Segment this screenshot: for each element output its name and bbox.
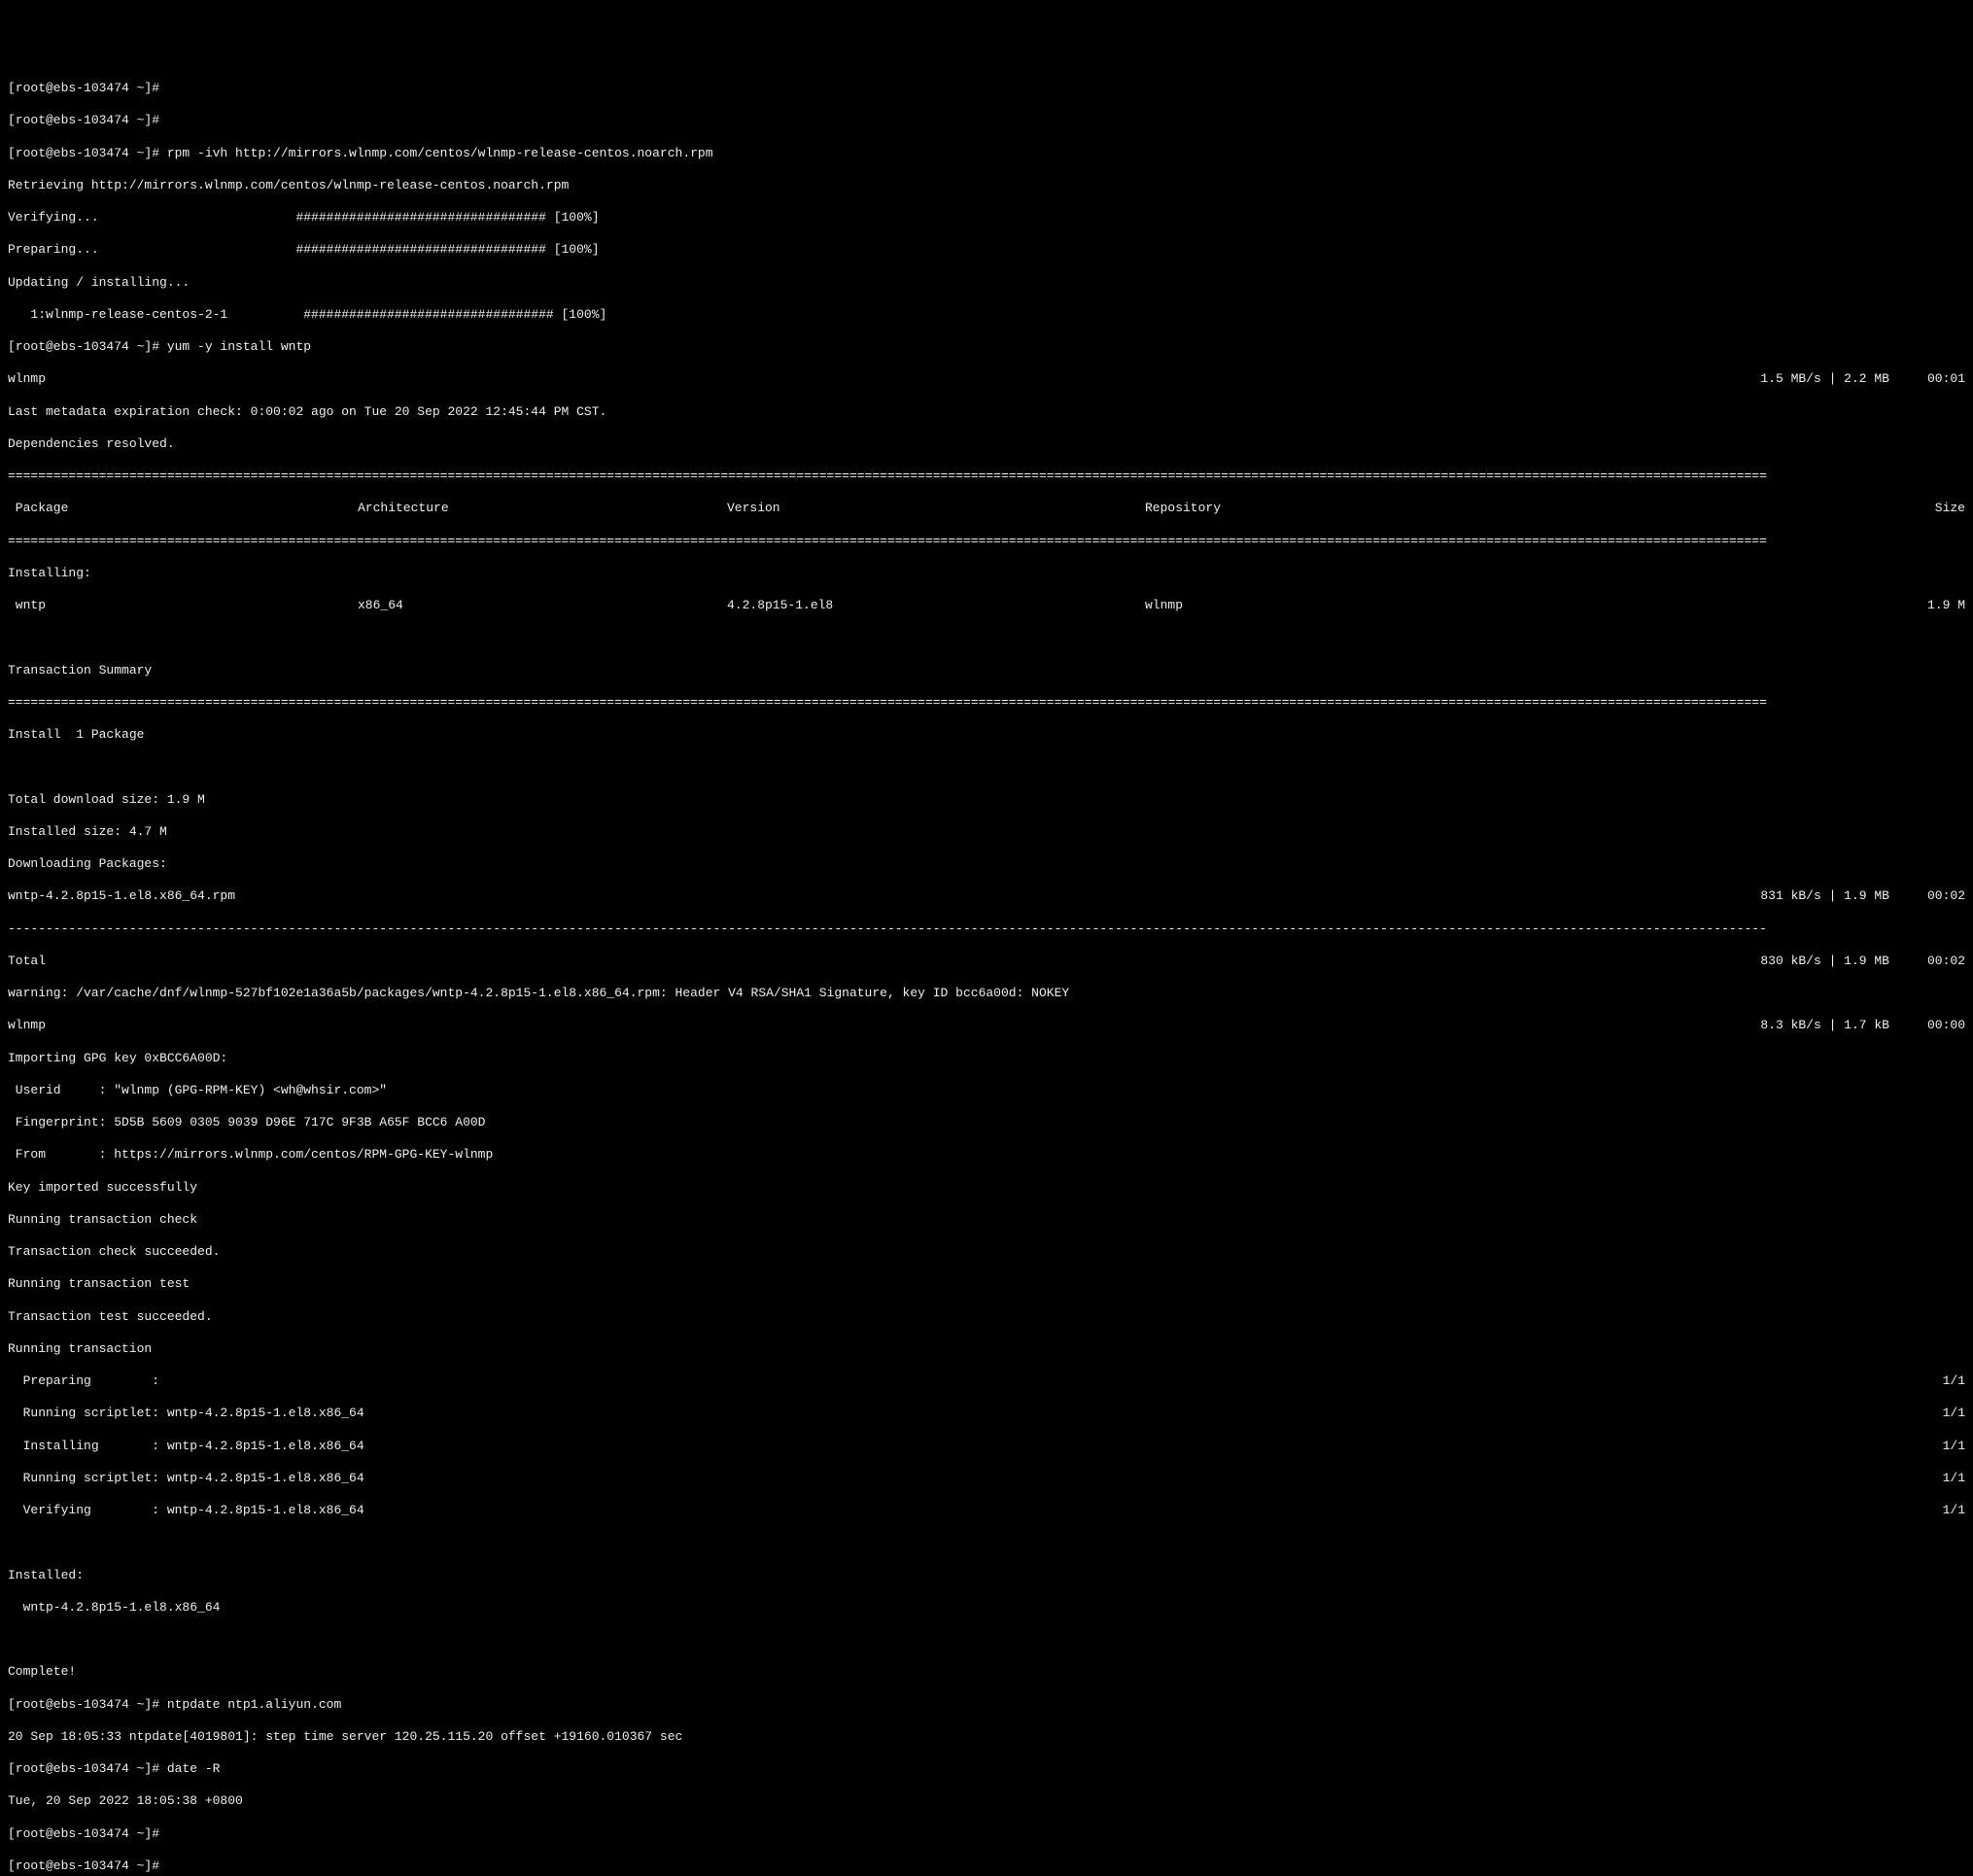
txn-verifying: Verifying : wntp-4.2.8p15-1.el8.x86_64 1… — [8, 1503, 1965, 1519]
step-label: Verifying : wntp-4.2.8p15-1.el8.x86_64 — [8, 1503, 364, 1519]
rpm-name: wntp-4.2.8p15-1.el8.x86_64.rpm — [8, 888, 235, 905]
col-version: Version — [727, 501, 1145, 517]
col-size: Size — [1907, 501, 1965, 517]
repo-speed: 1.5 MB/s | 2.2 MB 00:01 — [1760, 371, 1965, 388]
txn-test-ok: Transaction test succeeded. — [8, 1309, 1965, 1326]
package-row: wntp x86_64 4.2.8p15-1.el8 wlnmp 1.9 M — [8, 598, 1965, 614]
prompt-line: [root@ebs-103474 ~]# — [8, 1826, 1965, 1843]
separator-dash: ----------------------------------------… — [8, 921, 1965, 938]
step-count: 1/1 — [1943, 1503, 1965, 1519]
prompt-line: [root@ebs-103474 ~]# — [8, 81, 1965, 97]
downloading-label: Downloading Packages: — [8, 856, 1965, 873]
txn-check-ok: Transaction check succeeded. — [8, 1244, 1965, 1261]
blank-line — [8, 1535, 1965, 1551]
step-label: Running scriptlet: wntp-4.2.8p15-1.el8.x… — [8, 1471, 364, 1487]
gpg-userid: Userid : "wlnmp (GPG-RPM-KEY) <wh@whsir.… — [8, 1083, 1965, 1099]
installing-label: Installing: — [8, 566, 1965, 582]
install-count: Install 1 Package — [8, 727, 1965, 744]
gpg-importing: Importing GPG key 0xBCC6A00D: — [8, 1051, 1965, 1067]
updating-line: Updating / installing... — [8, 275, 1965, 292]
txn-check: Running transaction check — [8, 1212, 1965, 1229]
total-label: Total — [8, 954, 46, 970]
step-label: Preparing : — [8, 1373, 159, 1390]
separator-eq: ========================================… — [8, 534, 1965, 550]
pkg-arch: x86_64 — [358, 598, 727, 614]
pkg-name: wntp — [8, 598, 358, 614]
col-arch: Architecture — [358, 501, 727, 517]
command-rpm: [root@ebs-103474 ~]# rpm -ivh http://mir… — [8, 146, 1965, 162]
retrieving-line: Retrieving http://mirrors.wlnmp.com/cent… — [8, 178, 1965, 194]
ntpdate-output: 20 Sep 18:05:33 ntpdate[4019801]: step t… — [8, 1729, 1965, 1746]
blank-line — [8, 759, 1965, 776]
installed-size: Installed size: 4.7 M — [8, 824, 1965, 841]
download-rpm-line: wntp-4.2.8p15-1.el8.x86_64.rpm 831 kB/s … — [8, 888, 1965, 905]
deps-line: Dependencies resolved. — [8, 436, 1965, 453]
txn-test: Running transaction test — [8, 1276, 1965, 1293]
date-output: Tue, 20 Sep 2022 18:05:38 +0800 — [8, 1793, 1965, 1810]
rpm-speed: 831 kB/s | 1.9 MB 00:02 — [1760, 888, 1965, 905]
wlnmp-repo-line: wlnmp 1.5 MB/s | 2.2 MB 00:01 — [8, 371, 1965, 388]
command-date: [root@ebs-103474 ~]# date -R — [8, 1761, 1965, 1778]
col-repo: Repository — [1145, 501, 1907, 517]
repo-name: wlnmp — [8, 1018, 46, 1034]
pkg-size: 1.9 M — [1907, 598, 1965, 614]
blank-line — [8, 630, 1965, 646]
txn-installing: Installing : wntp-4.2.8p15-1.el8.x86_64 … — [8, 1439, 1965, 1455]
step-label: Running scriptlet: wntp-4.2.8p15-1.el8.x… — [8, 1406, 364, 1422]
col-package: Package — [8, 501, 358, 517]
complete-line: Complete! — [8, 1664, 1965, 1681]
total-download-size: Total download size: 1.9 M — [8, 792, 1965, 809]
step-count: 1/1 — [1943, 1471, 1965, 1487]
txn-scriptlet: Running scriptlet: wntp-4.2.8p15-1.el8.x… — [8, 1406, 1965, 1422]
installed-pkg: wntp-4.2.8p15-1.el8.x86_64 — [8, 1600, 1965, 1616]
gpg-fingerprint: Fingerprint: 5D5B 5609 0305 9039 D96E 71… — [8, 1115, 1965, 1131]
prompt-line: [root@ebs-103474 ~]# — [8, 1859, 1965, 1875]
wlnmp-key-line: wlnmp 8.3 kB/s | 1.7 kB 00:00 — [8, 1018, 1965, 1034]
metadata-line: Last metadata expiration check: 0:00:02 … — [8, 404, 1965, 421]
txn-running: Running transaction — [8, 1341, 1965, 1358]
step-count: 1/1 — [1943, 1439, 1965, 1455]
installed-header: Installed: — [8, 1568, 1965, 1584]
gpg-from: From : https://mirrors.wlnmp.com/centos/… — [8, 1147, 1965, 1164]
separator-eq: ========================================… — [8, 469, 1965, 485]
step-count: 1/1 — [1943, 1373, 1965, 1390]
command-yum: [root@ebs-103474 ~]# yum -y install wntp — [8, 339, 1965, 356]
step-label: Installing : wntp-4.2.8p15-1.el8.x86_64 — [8, 1439, 364, 1455]
gpg-warning: warning: /var/cache/dnf/wlnmp-527bf102e1… — [8, 986, 1965, 1002]
pkg-repo: wlnmp — [1145, 598, 1907, 614]
step-count: 1/1 — [1943, 1406, 1965, 1422]
txn-preparing: Preparing : 1/1 — [8, 1373, 1965, 1390]
preparing-line: Preparing... ###########################… — [8, 242, 1965, 259]
prompt-line: [root@ebs-103474 ~]# — [8, 113, 1965, 129]
install-progress-line: 1:wlnmp-release-centos-2-1 #############… — [8, 307, 1965, 324]
repo-speed: 8.3 kB/s | 1.7 kB 00:00 — [1760, 1018, 1965, 1034]
verifying-line: Verifying... ###########################… — [8, 210, 1965, 226]
command-ntpdate: [root@ebs-103474 ~]# ntpdate ntp1.aliyun… — [8, 1697, 1965, 1714]
total-speed: 830 kB/s | 1.9 MB 00:02 — [1760, 954, 1965, 970]
repo-name: wlnmp — [8, 371, 46, 388]
txn-summary-label: Transaction Summary — [8, 663, 1965, 679]
download-total-line: Total 830 kB/s | 1.9 MB 00:02 — [8, 954, 1965, 970]
blank-line — [8, 1632, 1965, 1649]
txn-scriptlet: Running scriptlet: wntp-4.2.8p15-1.el8.x… — [8, 1471, 1965, 1487]
pkg-version: 4.2.8p15-1.el8 — [727, 598, 1145, 614]
table-header: Package Architecture Version Repository … — [8, 501, 1965, 517]
gpg-imported: Key imported successfully — [8, 1180, 1965, 1197]
separator-eq: ========================================… — [8, 695, 1965, 712]
terminal-output[interactable]: [root@ebs-103474 ~]# [root@ebs-103474 ~]… — [8, 65, 1965, 1876]
